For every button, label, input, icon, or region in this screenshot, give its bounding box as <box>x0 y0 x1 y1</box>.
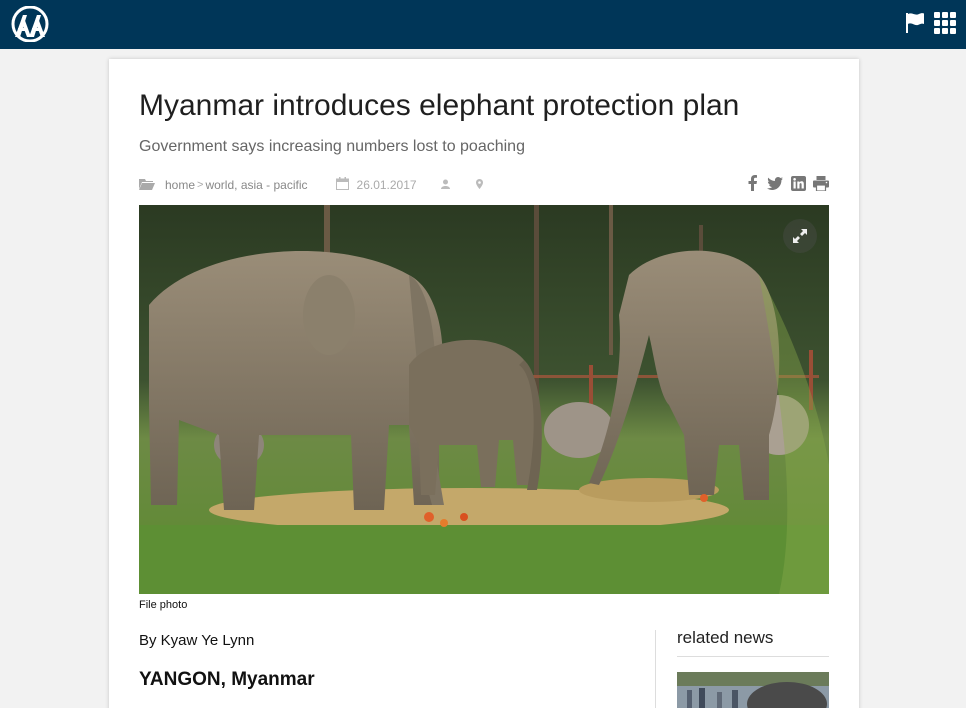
related-news-thumbnail[interactable] <box>677 672 829 708</box>
elephants-photo <box>139 205 829 594</box>
breadcrumb-separator: > <box>197 179 204 191</box>
top-bar <box>0 0 966 49</box>
grid-menu-icon[interactable] <box>934 12 956 34</box>
breadcrumb-home[interactable]: home <box>165 178 195 192</box>
calendar-icon <box>335 177 349 193</box>
column-divider <box>655 630 656 708</box>
article-meta: home > world, asia - pacific 26.01.2017 <box>139 177 493 193</box>
article-date: 26.01.2017 <box>356 178 417 192</box>
byline: By Kyaw Ye Lynn <box>139 632 255 649</box>
share-bar <box>744 175 829 191</box>
facebook-icon[interactable] <box>744 175 760 191</box>
article-subtitle: Government says increasing numbers lost … <box>139 138 525 155</box>
article-card: Myanmar introduces elephant protection p… <box>109 59 859 708</box>
twitter-icon[interactable] <box>767 175 783 191</box>
related-news-title: related news <box>677 628 774 647</box>
dateline: YANGON, Myanmar <box>139 669 315 690</box>
related-news-rule <box>677 656 829 657</box>
aa-logo-icon[interactable] <box>9 5 51 43</box>
print-icon[interactable] <box>813 175 829 191</box>
user-icon <box>440 178 450 192</box>
linkedin-icon[interactable] <box>790 175 806 191</box>
expand-photo-button[interactable] <box>783 219 817 253</box>
expand-icon <box>793 229 807 243</box>
flag-icon[interactable] <box>904 12 926 34</box>
breadcrumb-section[interactable]: world, asia - pacific <box>205 178 307 192</box>
folder-icon <box>139 178 155 193</box>
photo-caption: File photo <box>139 599 188 611</box>
article-title: Myanmar introduces elephant protection p… <box>139 89 740 122</box>
location-icon <box>475 178 483 192</box>
